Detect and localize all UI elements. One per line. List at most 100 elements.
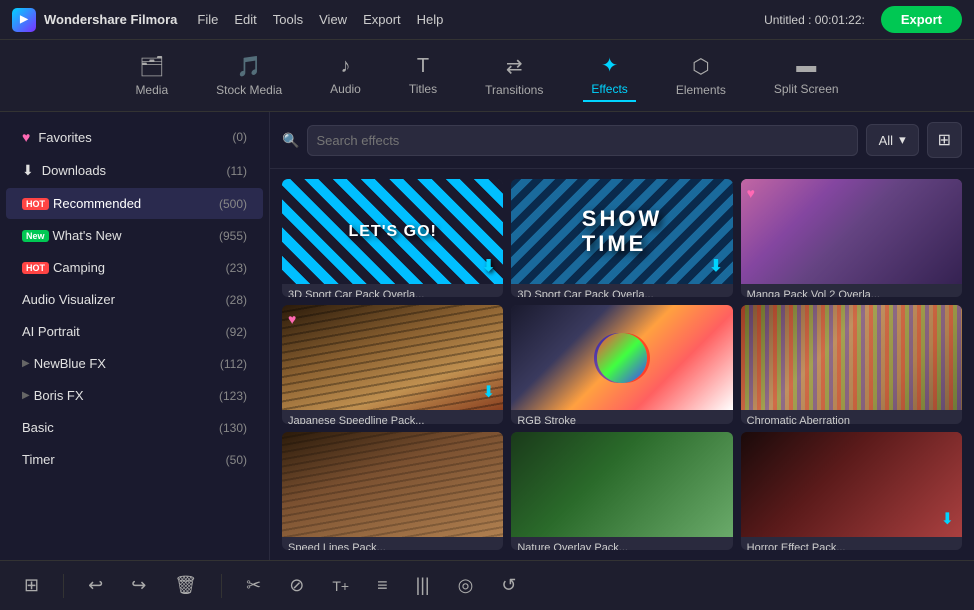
effect-thumbnail-row4-2 — [511, 432, 732, 537]
effect-thumbnail-sport2: SHOWTIME ⬇ — [511, 179, 732, 284]
effect-label-row4-3: Horror Effect Pack... — [741, 537, 962, 550]
sidebar-newblue-label: NewBlue FX — [34, 356, 220, 371]
app-logo: ▶ — [12, 8, 36, 32]
effect-card-row4-2[interactable]: Nature Overlay Pack... — [511, 432, 732, 550]
toolbar-effects[interactable]: ✦ Effects — [583, 49, 635, 102]
menu-export[interactable]: Export — [363, 12, 401, 27]
toolbar-stock-media[interactable]: 🎵 Stock Media — [208, 50, 290, 101]
effect-thumbnail-chromatic — [741, 305, 962, 410]
toolbar-elements-label: Elements — [676, 83, 726, 97]
expand-icon-newblue: ▶ — [22, 358, 30, 369]
favorite-icon-japanese: ♥ — [288, 311, 296, 327]
sidebar-camping-label: Camping — [53, 260, 226, 275]
elements-icon: ⬡ — [692, 54, 709, 79]
main-layout: ♥ Favorites (0) ⬇ Downloads (11) HOT Rec… — [0, 112, 974, 560]
effect-label-chromatic: Chromatic Aberration — [741, 410, 962, 423]
record-tool[interactable]: ◎ — [454, 571, 478, 600]
audio-tool[interactable]: ||| — [412, 571, 434, 600]
download-icon: ⬇ — [22, 162, 34, 179]
sidebar-whats-new-label: What's New — [53, 228, 219, 243]
effects-icon: ✦ — [601, 53, 618, 78]
cut-tool[interactable]: ✂ — [242, 571, 265, 600]
menu-tools[interactable]: Tools — [273, 12, 303, 27]
toolbar-audio-label: Audio — [330, 82, 361, 96]
app-name: Wondershare Filmora — [44, 12, 177, 27]
effect-label-manga: Manga Pack Vol 2 Overla... — [741, 284, 962, 297]
sidebar-item-audio-visualizer[interactable]: Audio Visualizer (28) — [6, 284, 263, 315]
sidebar-favorites-count: (0) — [232, 130, 247, 144]
effect-thumbnail-rgb — [511, 305, 732, 410]
split-view-tool[interactable]: ⊞ — [20, 571, 43, 600]
menu-help[interactable]: Help — [417, 12, 444, 27]
download-arrow-row4-3: ⬇ — [941, 509, 954, 529]
search-input[interactable] — [307, 125, 857, 156]
toolbar-transitions[interactable]: ⇄ Transitions — [477, 50, 551, 101]
transitions-icon: ⇄ — [506, 54, 523, 79]
effect-card-row4-1[interactable]: Speed Lines Pack... — [282, 432, 503, 550]
toolbar-stock-label: Stock Media — [216, 83, 282, 97]
filter-dropdown[interactable]: All ▾ — [866, 124, 919, 156]
sidebar-favorites-label: Favorites — [38, 130, 232, 145]
undo-tool[interactable]: ↩ — [84, 571, 107, 600]
sidebar-item-basic[interactable]: Basic (130) — [6, 412, 263, 443]
sidebar-av-label: Audio Visualizer — [22, 292, 226, 307]
effect-card-japanese[interactable]: ♥ ⬇ Japanese Speedline Pack... — [282, 305, 503, 423]
sidebar-item-camping[interactable]: HOT Camping (23) — [6, 252, 263, 283]
effect-label-row4-2: Nature Overlay Pack... — [511, 537, 732, 550]
sidebar-boris-count: (123) — [219, 389, 247, 403]
titles-icon: T — [417, 55, 429, 78]
toolbar-media[interactable]: 🗂 Media — [127, 50, 176, 101]
toolbar-transitions-label: Transitions — [485, 83, 543, 97]
toolbar-split-screen[interactable]: ▬ Split Screen — [766, 51, 847, 100]
toolbar-split-label: Split Screen — [774, 82, 839, 96]
effect-thumbnail-sport1: LET'S GO! ⬇ — [282, 179, 503, 284]
effect-card-chromatic[interactable]: Chromatic Aberration — [741, 305, 962, 423]
content-area: 🔍 All ▾ ⊞ LET'S GO! ⬇ 3D Sport Car Pack … — [270, 112, 974, 560]
heart-icon: ♥ — [22, 129, 30, 145]
stock-media-icon: 🎵 — [237, 54, 262, 79]
delete-tool[interactable]: 🗑 — [170, 571, 201, 600]
sidebar-item-newblue-fx[interactable]: ▶ NewBlue FX (112) — [6, 348, 263, 379]
effect-card-sport2[interactable]: SHOWTIME ⬇ 3D Sport Car Pack Overla... — [511, 179, 732, 297]
favorite-icon-manga: ♥ — [747, 185, 755, 201]
grid-toggle-button[interactable]: ⊞ — [927, 122, 962, 158]
menu-edit[interactable]: Edit — [234, 12, 256, 27]
effect-label-sport2: 3D Sport Car Pack Overla... — [511, 284, 732, 297]
toolbar-titles[interactable]: T Titles — [401, 51, 445, 100]
sidebar-item-timer[interactable]: Timer (50) — [6, 444, 263, 475]
effect-thumbnail-row4-3: ⬇ — [741, 432, 962, 537]
project-title: Untitled : 00:01:22: — [764, 13, 865, 27]
effect-card-manga[interactable]: ♥ Manga Pack Vol 2 Overla... — [741, 179, 962, 297]
effect-label-japanese: Japanese Speedline Pack... — [282, 410, 503, 423]
sidebar-item-whats-new[interactable]: New What's New (955) — [6, 220, 263, 251]
filter-tool[interactable]: ≡ — [373, 571, 392, 600]
effect-card-rgb[interactable]: RGB Stroke — [511, 305, 732, 423]
export-button[interactable]: Export — [881, 6, 962, 33]
toolbar-titles-label: Titles — [409, 82, 437, 96]
sidebar-item-ai-portrait[interactable]: AI Portrait (92) — [6, 316, 263, 347]
sidebar-item-favorites[interactable]: ♥ Favorites (0) — [6, 121, 263, 153]
menu-view[interactable]: View — [319, 12, 347, 27]
effect-thumbnail-row4-1 — [282, 432, 503, 537]
toolbar-divider-1 — [63, 574, 64, 598]
search-bar: 🔍 All ▾ ⊞ — [270, 112, 974, 169]
no-enter-tool[interactable]: ⊘ — [285, 571, 308, 600]
sidebar-timer-label: Timer — [22, 452, 226, 467]
speed-tool[interactable]: ↺ — [497, 571, 520, 600]
effect-card-row4-3[interactable]: ⬇ Horror Effect Pack... — [741, 432, 962, 550]
sidebar-item-recommended[interactable]: HOT Recommended (500) — [6, 188, 263, 219]
sidebar-item-downloads[interactable]: ⬇ Downloads (11) — [6, 154, 263, 187]
toolbar-elements[interactable]: ⬡ Elements — [668, 50, 734, 101]
menu-file[interactable]: File — [197, 12, 218, 27]
hot-badge-camping: HOT — [22, 262, 49, 274]
effect-card-sport1[interactable]: LET'S GO! ⬇ 3D Sport Car Pack Overla... — [282, 179, 503, 297]
toolbar-effects-label: Effects — [591, 82, 627, 96]
filter-label: All — [879, 133, 893, 148]
sidebar-ai-count: (92) — [226, 325, 247, 339]
text-tool[interactable]: T+ — [328, 574, 353, 598]
toolbar-audio[interactable]: ♪ Audio — [322, 51, 369, 100]
sidebar-item-boris-fx[interactable]: ▶ Boris FX (123) — [6, 380, 263, 411]
redo-tool[interactable]: ↪ — [127, 571, 150, 600]
effect-thumbnail-manga: ♥ — [741, 179, 962, 284]
audio-icon: ♪ — [341, 55, 351, 78]
